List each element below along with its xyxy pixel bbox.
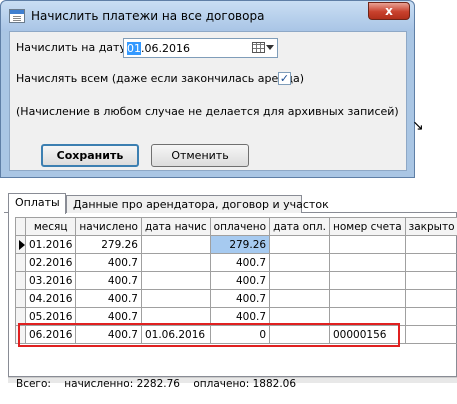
cell-invoice[interactable] xyxy=(328,271,406,290)
date-value[interactable]: 01.06.2016 xyxy=(127,42,190,55)
table-row[interactable]: 06.2016 400.7 01.06.2016 0 00000156 xyxy=(15,325,457,344)
date-picker[interactable]: 01.06.2016 xyxy=(123,38,278,58)
cell-month[interactable]: 04.2016 xyxy=(24,289,77,308)
cell-charge-date[interactable] xyxy=(140,289,211,308)
cell-invoice[interactable]: 00000156 xyxy=(328,325,406,344)
cell-invoice[interactable] xyxy=(328,235,406,254)
cell-pay-date[interactable] xyxy=(269,307,330,326)
charge-all-checkbox[interactable]: ✓ xyxy=(278,72,291,85)
cell-charged[interactable]: 400.7 xyxy=(75,325,142,344)
app-icon xyxy=(9,9,25,23)
calendar-icon xyxy=(252,42,265,53)
charge-dialog: Начислить платежи на все договора x Начи… xyxy=(0,0,415,178)
column-header-paid[interactable]: оплачено xyxy=(209,217,271,236)
column-header-charged[interactable]: начислено xyxy=(75,217,142,236)
cell-charged[interactable]: 400.7 xyxy=(75,253,142,272)
cell-paid[interactable]: 279.26 xyxy=(209,235,271,254)
cell-closed[interactable] xyxy=(404,235,457,254)
row-indicator-header xyxy=(15,217,26,236)
table-row[interactable]: 03.2016 400.7 400.7 xyxy=(15,271,457,290)
totals-bar: Всего: начисленно: 2282.76 оплачено: 188… xyxy=(16,378,306,390)
cell-month[interactable]: 05.2016 xyxy=(24,307,77,326)
cell-closed[interactable] xyxy=(404,307,457,326)
cell-pay-date[interactable] xyxy=(269,289,330,308)
chevron-down-icon xyxy=(266,45,274,50)
cell-closed[interactable] xyxy=(404,271,457,290)
cell-charge-date[interactable] xyxy=(140,307,211,326)
archive-note: (Начисление в любом случае не делается д… xyxy=(16,105,399,118)
cell-charge-date[interactable]: 01.06.2016 xyxy=(140,325,211,344)
row-indicator[interactable] xyxy=(15,325,26,344)
tab-payments[interactable]: Оплаты xyxy=(8,193,66,214)
row-indicator[interactable] xyxy=(15,271,26,290)
save-button[interactable]: Сохранить xyxy=(41,144,139,167)
table-row[interactable]: 01.2016 279.26 279.26 xyxy=(15,235,457,254)
charge-all-label: Начислять всем (даже если закончилась ар… xyxy=(16,72,305,85)
cell-pay-date[interactable] xyxy=(269,325,330,344)
tab-strip: Оплаты Данные про арендатора, договор и … xyxy=(4,193,457,214)
column-header-month[interactable]: месяц xyxy=(24,217,77,236)
dialog-content: Начислить на дату 01.06.2016 Начислять в… xyxy=(9,31,407,171)
cell-month[interactable]: 01.2016 xyxy=(24,235,77,254)
cell-closed[interactable] xyxy=(404,325,457,344)
row-indicator[interactable] xyxy=(15,289,26,308)
table-row[interactable]: 05.2016 400.7 400.7 xyxy=(15,307,457,326)
payments-grid-container: месяц начислено дата начис оплачено дата… xyxy=(8,213,457,377)
cell-charged[interactable]: 400.7 xyxy=(75,289,142,308)
calendar-dropdown-button[interactable] xyxy=(251,41,275,55)
cell-invoice[interactable] xyxy=(328,253,406,272)
row-indicator[interactable] xyxy=(15,307,26,326)
column-header-invoice[interactable]: номер счета xyxy=(328,217,406,236)
payments-panel: Оплаты Данные про арендатора, договор и … xyxy=(4,185,457,404)
date-value-selected: 01 xyxy=(127,42,141,55)
cell-paid[interactable]: 400.7 xyxy=(209,271,271,290)
cell-closed[interactable] xyxy=(404,289,457,308)
close-button[interactable]: x xyxy=(368,2,410,20)
resize-cursor-icon: ↘ xyxy=(412,118,424,134)
cell-charged[interactable]: 400.7 xyxy=(75,271,142,290)
cell-pay-date[interactable] xyxy=(269,253,330,272)
row-indicator[interactable] xyxy=(15,253,26,272)
date-label: Начислить на дату xyxy=(16,41,126,54)
cell-paid[interactable]: 400.7 xyxy=(209,289,271,308)
row-indicator[interactable] xyxy=(15,235,26,254)
cell-closed[interactable] xyxy=(404,253,457,272)
cell-charge-date[interactable] xyxy=(140,253,211,272)
cell-pay-date[interactable] xyxy=(269,271,330,290)
cell-pay-date[interactable] xyxy=(269,235,330,254)
cell-month[interactable]: 06.2016 xyxy=(24,325,77,344)
dialog-title: Начислить платежи на все договора xyxy=(31,9,265,23)
cell-paid[interactable]: 400.7 xyxy=(209,307,271,326)
cancel-button[interactable]: Отменить xyxy=(151,144,249,167)
cell-charge-date[interactable] xyxy=(140,271,211,290)
tab-tenant-data[interactable]: Данные про арендатора, договор и участок xyxy=(66,195,329,213)
totals-label: Всего: xyxy=(16,378,51,390)
column-header-closed[interactable]: закрыто xyxy=(404,217,457,236)
cell-month[interactable]: 03.2016 xyxy=(24,271,77,290)
totals-charged: начисленно: 2282.76 xyxy=(64,378,180,390)
column-header-pay-date[interactable]: дата опл. xyxy=(269,217,330,236)
current-row-pointer-icon xyxy=(19,239,25,250)
table-row[interactable]: 04.2016 400.7 400.7 xyxy=(15,289,457,308)
payments-grid: месяц начислено дата начис оплачено дата… xyxy=(15,217,457,344)
totals-paid: оплачено: 1882.06 xyxy=(193,378,297,390)
cell-paid[interactable]: 400.7 xyxy=(209,253,271,272)
cell-charge-date[interactable] xyxy=(140,235,211,254)
date-value-rest: .06.2016 xyxy=(141,42,190,55)
cell-charged[interactable]: 279.26 xyxy=(75,235,142,254)
cell-month[interactable]: 02.2016 xyxy=(24,253,77,272)
cell-charged[interactable]: 400.7 xyxy=(75,307,142,326)
table-row[interactable]: 02.2016 400.7 400.7 xyxy=(15,253,457,272)
cell-paid[interactable]: 0 xyxy=(209,325,271,344)
cell-invoice[interactable] xyxy=(328,289,406,308)
cell-invoice[interactable] xyxy=(328,307,406,326)
column-header-charge-date[interactable]: дата начис xyxy=(140,217,211,236)
title-bar[interactable]: Начислить платежи на все договора x xyxy=(1,1,414,31)
